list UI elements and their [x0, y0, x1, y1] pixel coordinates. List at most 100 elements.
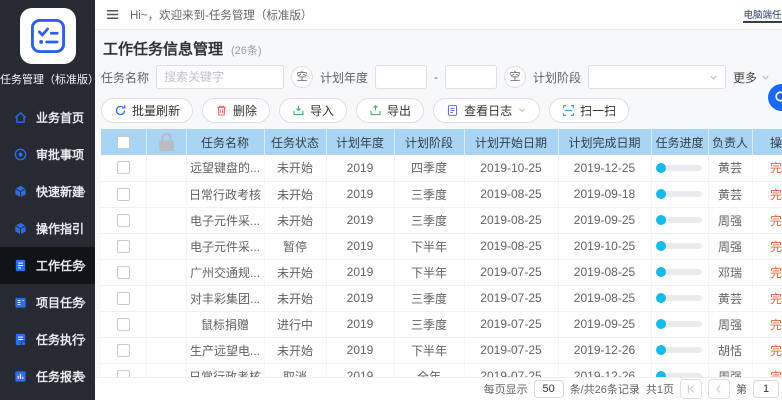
clear-plan-year-button[interactable]: 空: [504, 66, 526, 88]
complete-action-link[interactable]: 完成: [770, 344, 782, 358]
plan-year-to-input[interactable]: [445, 65, 497, 89]
table-row: 日常行政考核未开始2019三季度2019-08-252019-09-18黄芸完成: [101, 181, 782, 207]
row-select-cell: [101, 155, 146, 181]
row-checkbox[interactable]: [117, 188, 130, 201]
chevron-right-icon: [79, 298, 88, 307]
sidebar-item-label: 任务报表: [36, 368, 84, 385]
complete-action-link[interactable]: 完成: [770, 266, 782, 280]
sidebar-item-quick-new[interactable]: 快速新建: [0, 173, 95, 210]
sidebar-item-work-task[interactable]: 工作任务: [0, 247, 95, 284]
chevron-down-icon: [517, 105, 527, 115]
table-row: 鼠标捐赠进行中2019三季度2019-07-252019-09-25周强完成: [101, 311, 782, 337]
total-pages-label: 共1页: [646, 381, 674, 397]
task-progress-cell: [651, 155, 708, 181]
progress-track: [658, 243, 702, 249]
batch-refresh-button[interactable]: 批量刷新: [101, 98, 193, 123]
row-select-cell: [101, 337, 146, 363]
task-name-cell: 电子元件采...: [186, 233, 264, 259]
row-checkbox[interactable]: [117, 214, 130, 227]
action-cell: 完成: [752, 311, 782, 337]
sidebar-item-task-exec[interactable]: 任务执行: [0, 321, 95, 358]
row-lock-cell: [146, 337, 186, 363]
column-header: 计划开始日期: [464, 129, 558, 155]
first-page-button[interactable]: [680, 379, 702, 399]
column-header: 任务进度: [651, 129, 708, 155]
hamburger-menu-icon[interactable]: [105, 7, 120, 22]
import-icon: [292, 104, 305, 117]
sidebar-item-project-task[interactable]: 项目任务: [0, 284, 95, 321]
end-date-cell: 2019-09-25: [558, 207, 651, 233]
row-checkbox[interactable]: [117, 240, 130, 253]
row-checkbox[interactable]: [117, 344, 130, 357]
column-header: 负责人: [708, 129, 752, 155]
complete-action-link[interactable]: 完成: [770, 214, 782, 228]
select-all-checkbox[interactable]: [117, 136, 130, 149]
row-checkbox[interactable]: [117, 266, 130, 279]
sidebar-item-home[interactable]: 业务首页: [0, 99, 95, 136]
table-row: 生产远望电...未开始2019下半年2019-07-252019-12-26胡恬…: [101, 337, 782, 363]
progress-handle[interactable]: [656, 319, 666, 329]
plan-year-cell: 2019: [326, 337, 394, 363]
start-date-cell: 2019-07-25: [464, 337, 558, 363]
guide-icon: [13, 221, 28, 236]
records-label: 条/共26条记录: [570, 381, 640, 397]
table-row: 电子元件采...未开始2019三季度2019-08-252019-09-25周强…: [101, 207, 782, 233]
owner-cell: 周强: [708, 207, 752, 233]
complete-action-link[interactable]: 完成: [770, 292, 782, 306]
screen: 任务管理（标准版） 业务首页审批事项快速新建操作指引工作任务项目任务任务执行任务…: [0, 0, 782, 400]
row-lock-cell: [146, 259, 186, 285]
task-progress-cell: [651, 233, 708, 259]
year-range-dash: -: [434, 70, 438, 84]
view-log-button[interactable]: 查看日志: [433, 98, 540, 123]
row-lock-cell: [146, 207, 186, 233]
progress-handle[interactable]: [656, 163, 666, 173]
task-name-cell: 对丰彩集团...: [186, 285, 264, 311]
progress-handle[interactable]: [656, 189, 666, 199]
progress-handle[interactable]: [656, 293, 666, 303]
scan-button[interactable]: 扫一扫: [549, 98, 629, 123]
row-checkbox[interactable]: [117, 318, 130, 331]
clear-task-name-button[interactable]: 空: [291, 66, 313, 88]
table-header-row: 任务名称任务状态计划年度计划阶段计划开始日期计划完成日期任务进度负责人操作: [101, 129, 782, 155]
sidebar-item-guide[interactable]: 操作指引: [0, 210, 95, 247]
plan-year-from-input[interactable]: [375, 65, 427, 89]
start-date-cell: 2019-07-25: [464, 259, 558, 285]
export-button[interactable]: 导出: [356, 98, 424, 123]
column-header: 计划完成日期: [558, 129, 651, 155]
task-progress-cell: [651, 311, 708, 337]
project-task-icon: [13, 295, 28, 310]
plan-phase-cell: 下半年: [394, 337, 464, 363]
row-checkbox[interactable]: [117, 292, 130, 305]
page-size-label: 每页显示: [484, 381, 528, 397]
end-date-cell: 2019-09-25: [558, 311, 651, 337]
more-filters-button[interactable]: 更多: [733, 69, 771, 86]
progress-handle[interactable]: [656, 267, 666, 277]
sidebar-item-approval[interactable]: 审批事项: [0, 136, 95, 173]
plan-phase-select[interactable]: [588, 65, 726, 89]
complete-action-link[interactable]: 完成: [770, 161, 782, 175]
complete-action-link[interactable]: 完成: [770, 188, 782, 202]
delete-button[interactable]: 删除: [202, 98, 270, 123]
task-status-cell: 未开始: [264, 259, 326, 285]
prev-page-button[interactable]: [708, 379, 730, 399]
start-date-cell: 2019-07-25: [464, 285, 558, 311]
record-count-badge: (26条): [231, 42, 262, 58]
progress-track: [658, 347, 702, 353]
complete-action-link[interactable]: 完成: [770, 240, 782, 254]
page-size-input[interactable]: [534, 380, 564, 398]
task-name-input[interactable]: [156, 65, 284, 89]
progress-handle[interactable]: [656, 241, 666, 251]
page-number-input[interactable]: [753, 380, 779, 398]
progress-handle[interactable]: [656, 345, 666, 355]
import-button[interactable]: 导入: [279, 98, 347, 123]
topbar-right-tab[interactable]: 电脑端任务管理: [743, 7, 782, 21]
complete-action-link[interactable]: 完成: [770, 318, 782, 332]
chevron-right-icon: [79, 335, 88, 344]
progress-handle[interactable]: [656, 215, 666, 225]
task-name-cell: 电子元件采...: [186, 207, 264, 233]
sidebar-item-task-report[interactable]: 任务报表: [0, 358, 95, 395]
refresh-icon: [114, 104, 127, 117]
task-progress-cell: [651, 207, 708, 233]
row-checkbox[interactable]: [117, 161, 130, 174]
action-cell: 完成: [752, 285, 782, 311]
